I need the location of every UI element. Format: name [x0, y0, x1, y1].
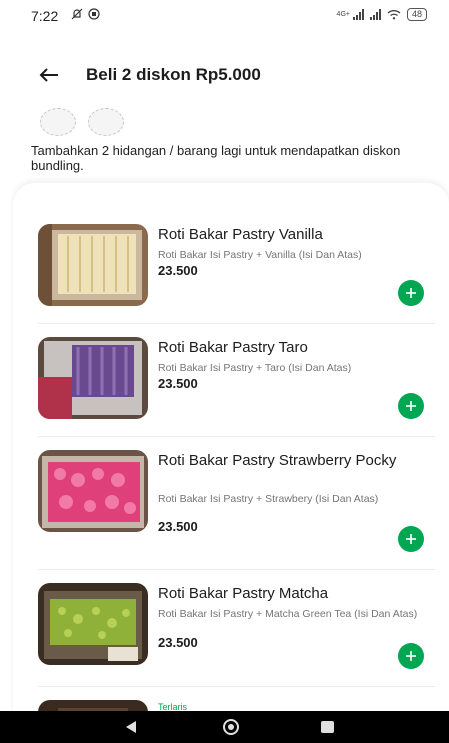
item-photo [38, 224, 148, 306]
system-nav-bar [0, 711, 449, 743]
item-price: 23.500 [158, 263, 198, 278]
plus-icon [406, 401, 416, 411]
nav-back-icon[interactable] [124, 720, 138, 734]
battery-icon: 48 [406, 8, 427, 21]
back-arrow-icon[interactable] [36, 62, 62, 88]
item-name: Roti Bakar Pastry Vanilla [158, 226, 323, 243]
notification-icons [71, 8, 100, 22]
divider [38, 323, 435, 324]
mute-bell-icon [71, 8, 83, 20]
app-notification-icon [88, 8, 100, 20]
header: Beli 2 diskon Rp5.000 [0, 58, 449, 94]
item-price: 23.500 [158, 376, 198, 391]
add-button[interactable] [398, 393, 424, 419]
signal-icon-2 [369, 9, 381, 20]
plus-icon [406, 288, 416, 298]
item-photo [38, 337, 148, 419]
nav-recent-icon[interactable] [321, 721, 334, 733]
item-description: Roti Bakar Isi Pastry + Taro (Isi Dan At… [158, 362, 352, 374]
divider [38, 569, 435, 570]
add-button[interactable] [398, 526, 424, 552]
item-photo [38, 450, 148, 532]
item-description: Roti Bakar Isi Pastry + Strawbery (Isi D… [158, 493, 379, 505]
bundle-slot-empty [88, 108, 124, 136]
item-list-card: Roti Bakar Pastry Vanilla Roti Bakar Isi… [13, 183, 449, 743]
bundle-slot-empty [40, 108, 76, 136]
signal-icon [352, 9, 364, 20]
status-right: 4G+ 48 [337, 8, 427, 21]
item-name: Roti Bakar Pastry Matcha [158, 585, 329, 602]
item-price: 23.500 [158, 519, 198, 534]
item-name: Roti Bakar Pastry Taro [158, 339, 308, 356]
add-button[interactable] [398, 280, 424, 306]
plus-icon [406, 651, 416, 661]
status-time: 7:22 [31, 8, 59, 24]
status-bar: 7:22 4G+ 48 [0, 0, 449, 30]
divider [38, 436, 435, 437]
item-photo [38, 583, 148, 665]
divider [38, 686, 435, 687]
wifi-icon [387, 10, 401, 20]
bundle-note: Tambahkan 2 hidangan / barang lagi untuk… [31, 143, 401, 173]
plus-icon [406, 534, 416, 544]
add-button[interactable] [398, 643, 424, 669]
page-title: Beli 2 diskon Rp5.000 [86, 65, 261, 84]
network-type: 4G+ [336, 11, 350, 18]
item-description: Roti Bakar Isi Pastry + Vanilla (Isi Dan… [158, 249, 362, 261]
item-description: Roti Bakar Isi Pastry + Matcha Green Tea… [158, 608, 418, 620]
item-price: 23.500 [158, 635, 198, 650]
nav-home-icon[interactable] [223, 719, 239, 735]
item-name: Roti Bakar Pastry Strawberry Pocky [158, 452, 397, 469]
